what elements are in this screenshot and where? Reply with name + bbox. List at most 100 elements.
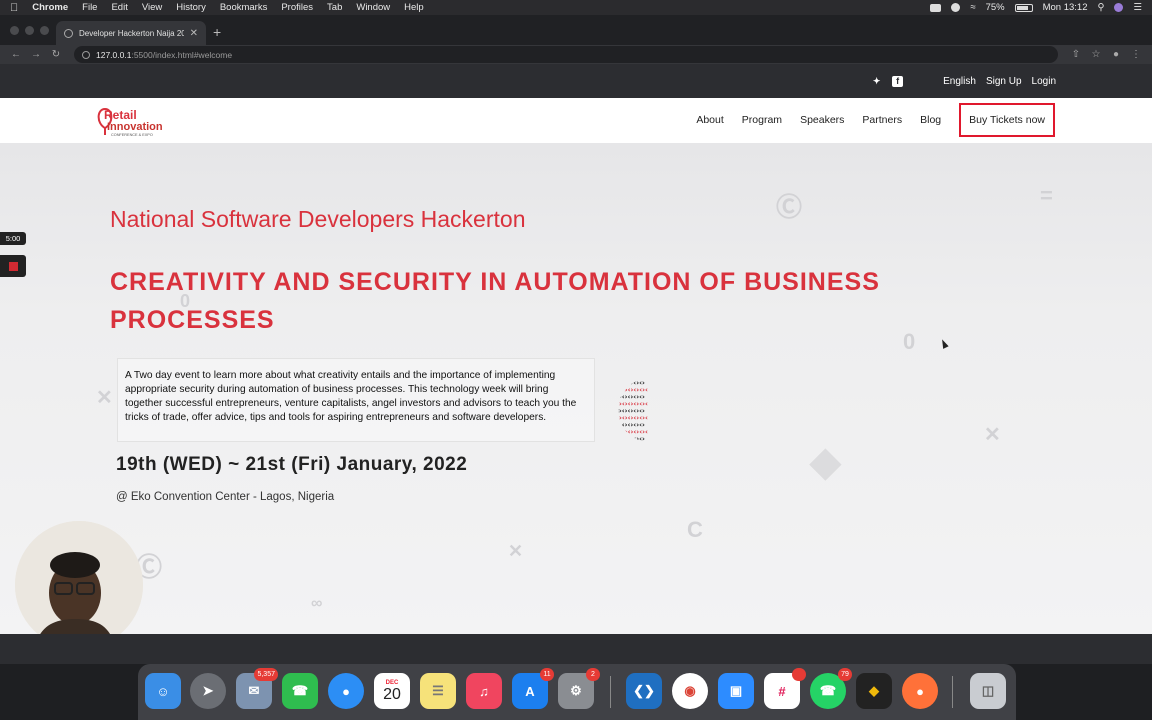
maximize-window-button[interactable] (40, 26, 49, 35)
buy-tickets-button[interactable]: Buy Tickets now (959, 103, 1055, 137)
logo-tagline: CONFERENCE & EXPO (111, 133, 153, 137)
svg-text:‹›‹›‹›‹›‹›: ‹›‹›‹›‹›‹› (616, 435, 645, 443)
binance-icon[interactable]: ◆ (856, 673, 892, 709)
gear-status-icon[interactable] (951, 3, 961, 12)
calendar-icon[interactable]: DEC 20 (374, 673, 410, 709)
more-menu-icon[interactable]: ⋮ (1128, 49, 1144, 60)
battery-percent: 75% (985, 2, 1005, 13)
stop-recording-button[interactable] (0, 255, 26, 277)
url-path: :5500/index.html#welcome (131, 49, 233, 60)
wifi-icon[interactable]: ≈ (970, 2, 975, 13)
zoom-icon[interactable]: ▣ (718, 673, 754, 709)
menu-window[interactable]: Window (356, 2, 390, 13)
event-description: A Two day event to learn more about what… (117, 358, 595, 442)
nav-speakers[interactable]: Speakers (800, 114, 844, 126)
decorative-pattern-ball-icon: ‹›‹›‹›‹›‹› ›‹›‹›‹›‹›‹ ‹›‹›‹›‹›‹› ›‹›‹›‹›… (616, 379, 648, 443)
app-store-icon[interactable]: A 11 (512, 668, 554, 709)
menu-history[interactable]: History (176, 2, 206, 13)
trash-icon[interactable]: ◫ (970, 673, 1006, 709)
page-bottom-strip (0, 634, 1152, 664)
menu-file[interactable]: File (82, 2, 97, 13)
notes-icon[interactable]: ☰ (420, 673, 456, 709)
recording-timer: 5:00 (0, 232, 26, 245)
language-link[interactable]: English (943, 76, 976, 87)
vscode-icon[interactable]: ❮❯ (626, 673, 662, 709)
profile-avatar-icon[interactable]: ● (1108, 49, 1124, 60)
menu-tab[interactable]: Tab (327, 2, 342, 13)
close-tab-icon[interactable]: ✕ (190, 28, 198, 39)
site-topbar: ✦ f English Sign Up Login (0, 64, 1152, 98)
whatsapp-icon[interactable]: ☎ 79 (810, 668, 852, 709)
login-link[interactable]: Login (1032, 76, 1056, 87)
site-info-icon[interactable] (82, 50, 90, 59)
macos-menubar:  Chrome File Edit View History Bookmark… (0, 0, 1152, 15)
share-icon[interactable]: ⇧ (1068, 49, 1084, 60)
reload-icon[interactable]: ↻ (48, 49, 64, 60)
menu-help[interactable]: Help (404, 2, 424, 13)
dock-separator (610, 676, 611, 708)
tab-title: Developer Hackerton Naija 20... (79, 28, 184, 38)
event-venue: @ Eko Convention Center - Lagos, Nigeria (116, 491, 335, 503)
facebook-icon[interactable]: f (892, 75, 904, 87)
battery-icon[interactable] (1014, 3, 1033, 12)
forward-arrow-icon[interactable]: → (28, 49, 44, 60)
close-window-button[interactable] (10, 26, 19, 35)
hero-section: Ⓒ = 0 0 ✕ ✕ ◆ C ✕ ∞ Ⓒ National Software … (0, 143, 1152, 634)
launchpad-icon[interactable]: ➤ (190, 673, 226, 709)
macos-dock: ☺ ➤ ✉ 5,357 ☎ ● DEC 20 ☰ ♫ A 11 ⚙ 2 ❮❯ ◉ ▣ … (138, 664, 1016, 720)
menu-view[interactable]: View (142, 2, 162, 13)
mail-badge: 5,357 (254, 668, 278, 681)
back-arrow-icon[interactable]: ← (8, 49, 24, 60)
nav-about[interactable]: About (696, 114, 723, 126)
chrome-icon[interactable]: ◉ (672, 673, 708, 709)
spotlight-search-icon[interactable]: ⚲ (1098, 2, 1105, 13)
twitter-icon[interactable]: ✦ (871, 76, 882, 87)
firefox-icon[interactable]: ● (902, 673, 938, 709)
menu-edit[interactable]: Edit (111, 2, 127, 13)
event-headline: CREATIVITY AND SECURITY IN AUTOMATION OF… (110, 268, 880, 334)
minimize-window-button[interactable] (25, 26, 34, 35)
settings-badge: 2 (586, 668, 600, 681)
music-icon[interactable]: ♫ (466, 673, 502, 709)
screen-record-icon[interactable] (930, 3, 942, 12)
browser-tab-active[interactable]: Developer Hackerton Naija 20... ✕ (56, 21, 206, 45)
browser-toolbar: ← → ↻ 127.0.0.1:5500/index.html#welcome … (0, 45, 1152, 64)
app-store-badge: 11 (540, 668, 554, 681)
slack-badge (792, 668, 806, 681)
bookmark-star-icon[interactable]: ☆ (1088, 49, 1104, 60)
browser-tab-strip: Developer Hackerton Naija 20... ✕ + (0, 15, 1152, 45)
cross-deco-icon: ✕ (96, 387, 113, 409)
event-subtitle: National Software Developers Hackerton (110, 206, 526, 232)
menu-app-name[interactable]: Chrome (32, 2, 68, 13)
nav-blog[interactable]: Blog (920, 114, 941, 126)
signup-link[interactable]: Sign Up (986, 76, 1022, 87)
webcam-overlay (15, 521, 143, 649)
retail-innovation-logo[interactable]: Retail Innovation CONFERENCE & EXPO (95, 101, 185, 141)
event-dates: 19th (WED) ~ 21st (Fri) January, 2022 (116, 454, 468, 475)
stop-icon (8, 261, 18, 271)
web-page: ✦ f English Sign Up Login Retail Innovat… (0, 64, 1152, 634)
diamond-dots-icon: ◆ (810, 440, 841, 484)
control-center-icon[interactable]: ☰ (1133, 2, 1142, 13)
system-preferences-icon[interactable]: ⚙ 2 (558, 668, 600, 709)
window-controls (10, 26, 49, 35)
nav-partners[interactable]: Partners (862, 114, 902, 126)
url-host: 127.0.0.1 (96, 49, 132, 60)
new-tab-button[interactable]: + (213, 24, 221, 40)
address-bar[interactable]: 127.0.0.1:5500/index.html#welcome (74, 46, 1058, 63)
cross-deco-icon-3: ✕ (508, 541, 524, 561)
facetime-icon[interactable]: ☎ (282, 673, 318, 709)
siri-icon[interactable] (1114, 3, 1124, 12)
menu-profiles[interactable]: Profiles (281, 2, 313, 13)
menu-bookmarks[interactable]: Bookmarks (220, 2, 268, 13)
apple-menu-icon[interactable]:  (10, 2, 18, 14)
finder-icon[interactable]: ☺ (145, 673, 181, 709)
calendar-day: 20 (383, 686, 401, 703)
slack-icon[interactable]: # (764, 668, 806, 709)
nav-program[interactable]: Program (742, 114, 782, 126)
chain-deco-icon: ∞ (311, 595, 323, 612)
menubar-clock[interactable]: Mon 13:12 (1043, 2, 1088, 13)
messages-icon[interactable]: ● (328, 673, 364, 709)
mail-icon[interactable]: ✉ 5,357 (236, 668, 278, 709)
dock-separator-2 (952, 676, 953, 708)
